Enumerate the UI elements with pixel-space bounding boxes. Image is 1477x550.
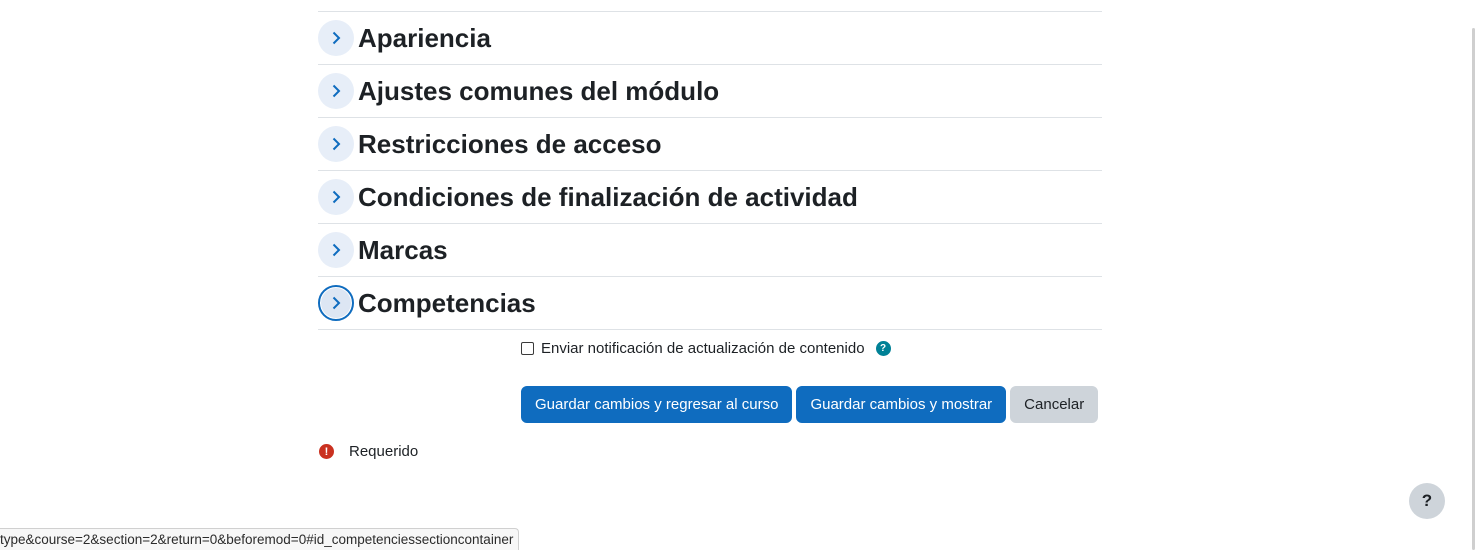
section-competencias[interactable]: Competencias (318, 277, 1102, 330)
cancel-button[interactable]: Cancelar (1010, 386, 1099, 423)
chevron-right-icon[interactable] (318, 126, 354, 162)
notify-update-row: Enviar notificación de actualización de … (521, 340, 891, 357)
section-title[interactable]: Restricciones de acceso (358, 129, 662, 160)
section-ajustes-comunes[interactable]: Ajustes comunes del módulo (318, 65, 1102, 118)
chevron-right-icon[interactable] (318, 20, 354, 56)
section-restricciones[interactable]: Restricciones de acceso (318, 118, 1102, 171)
status-bar-url: type&course=2&section=2&return=0&beforem… (0, 528, 520, 550)
required-icon: ! (319, 444, 334, 459)
section-title[interactable]: Ajustes comunes del módulo (358, 76, 719, 107)
section-title[interactable]: Apariencia (358, 23, 491, 54)
page: Apariencia Ajustes comunes del módulo Re… (0, 0, 1477, 550)
section-condiciones[interactable]: Condiciones de finalización de actividad (318, 171, 1102, 224)
help-fab-button[interactable]: ? (1409, 483, 1445, 519)
notify-label[interactable]: Enviar notificación de actualización de … (541, 340, 865, 357)
chevron-right-icon[interactable] (318, 73, 354, 109)
save-return-button[interactable]: Guardar cambios y regresar al curso (521, 386, 793, 423)
save-display-button[interactable]: Guardar cambios y mostrar (796, 386, 1007, 423)
scrollbar[interactable] (1472, 28, 1475, 550)
form-buttons: Guardar cambios y regresar al curso Guar… (521, 386, 1099, 423)
section-title[interactable]: Marcas (358, 235, 448, 266)
notify-checkbox[interactable] (521, 342, 534, 355)
required-label: Requerido (349, 443, 419, 460)
section-title[interactable]: Condiciones de finalización de actividad (358, 182, 858, 213)
section-apariencia[interactable]: Apariencia (318, 12, 1102, 65)
chevron-right-icon[interactable] (318, 232, 354, 268)
section-title[interactable]: Competencias (358, 288, 536, 319)
chevron-right-icon[interactable] (318, 285, 354, 321)
collapsible-sections: Apariencia Ajustes comunes del módulo Re… (318, 11, 1102, 330)
help-icon[interactable]: ? (875, 341, 891, 356)
required-legend: ! Requerido (319, 443, 418, 460)
chevron-right-icon[interactable] (318, 179, 354, 215)
section-marcas[interactable]: Marcas (318, 224, 1102, 277)
